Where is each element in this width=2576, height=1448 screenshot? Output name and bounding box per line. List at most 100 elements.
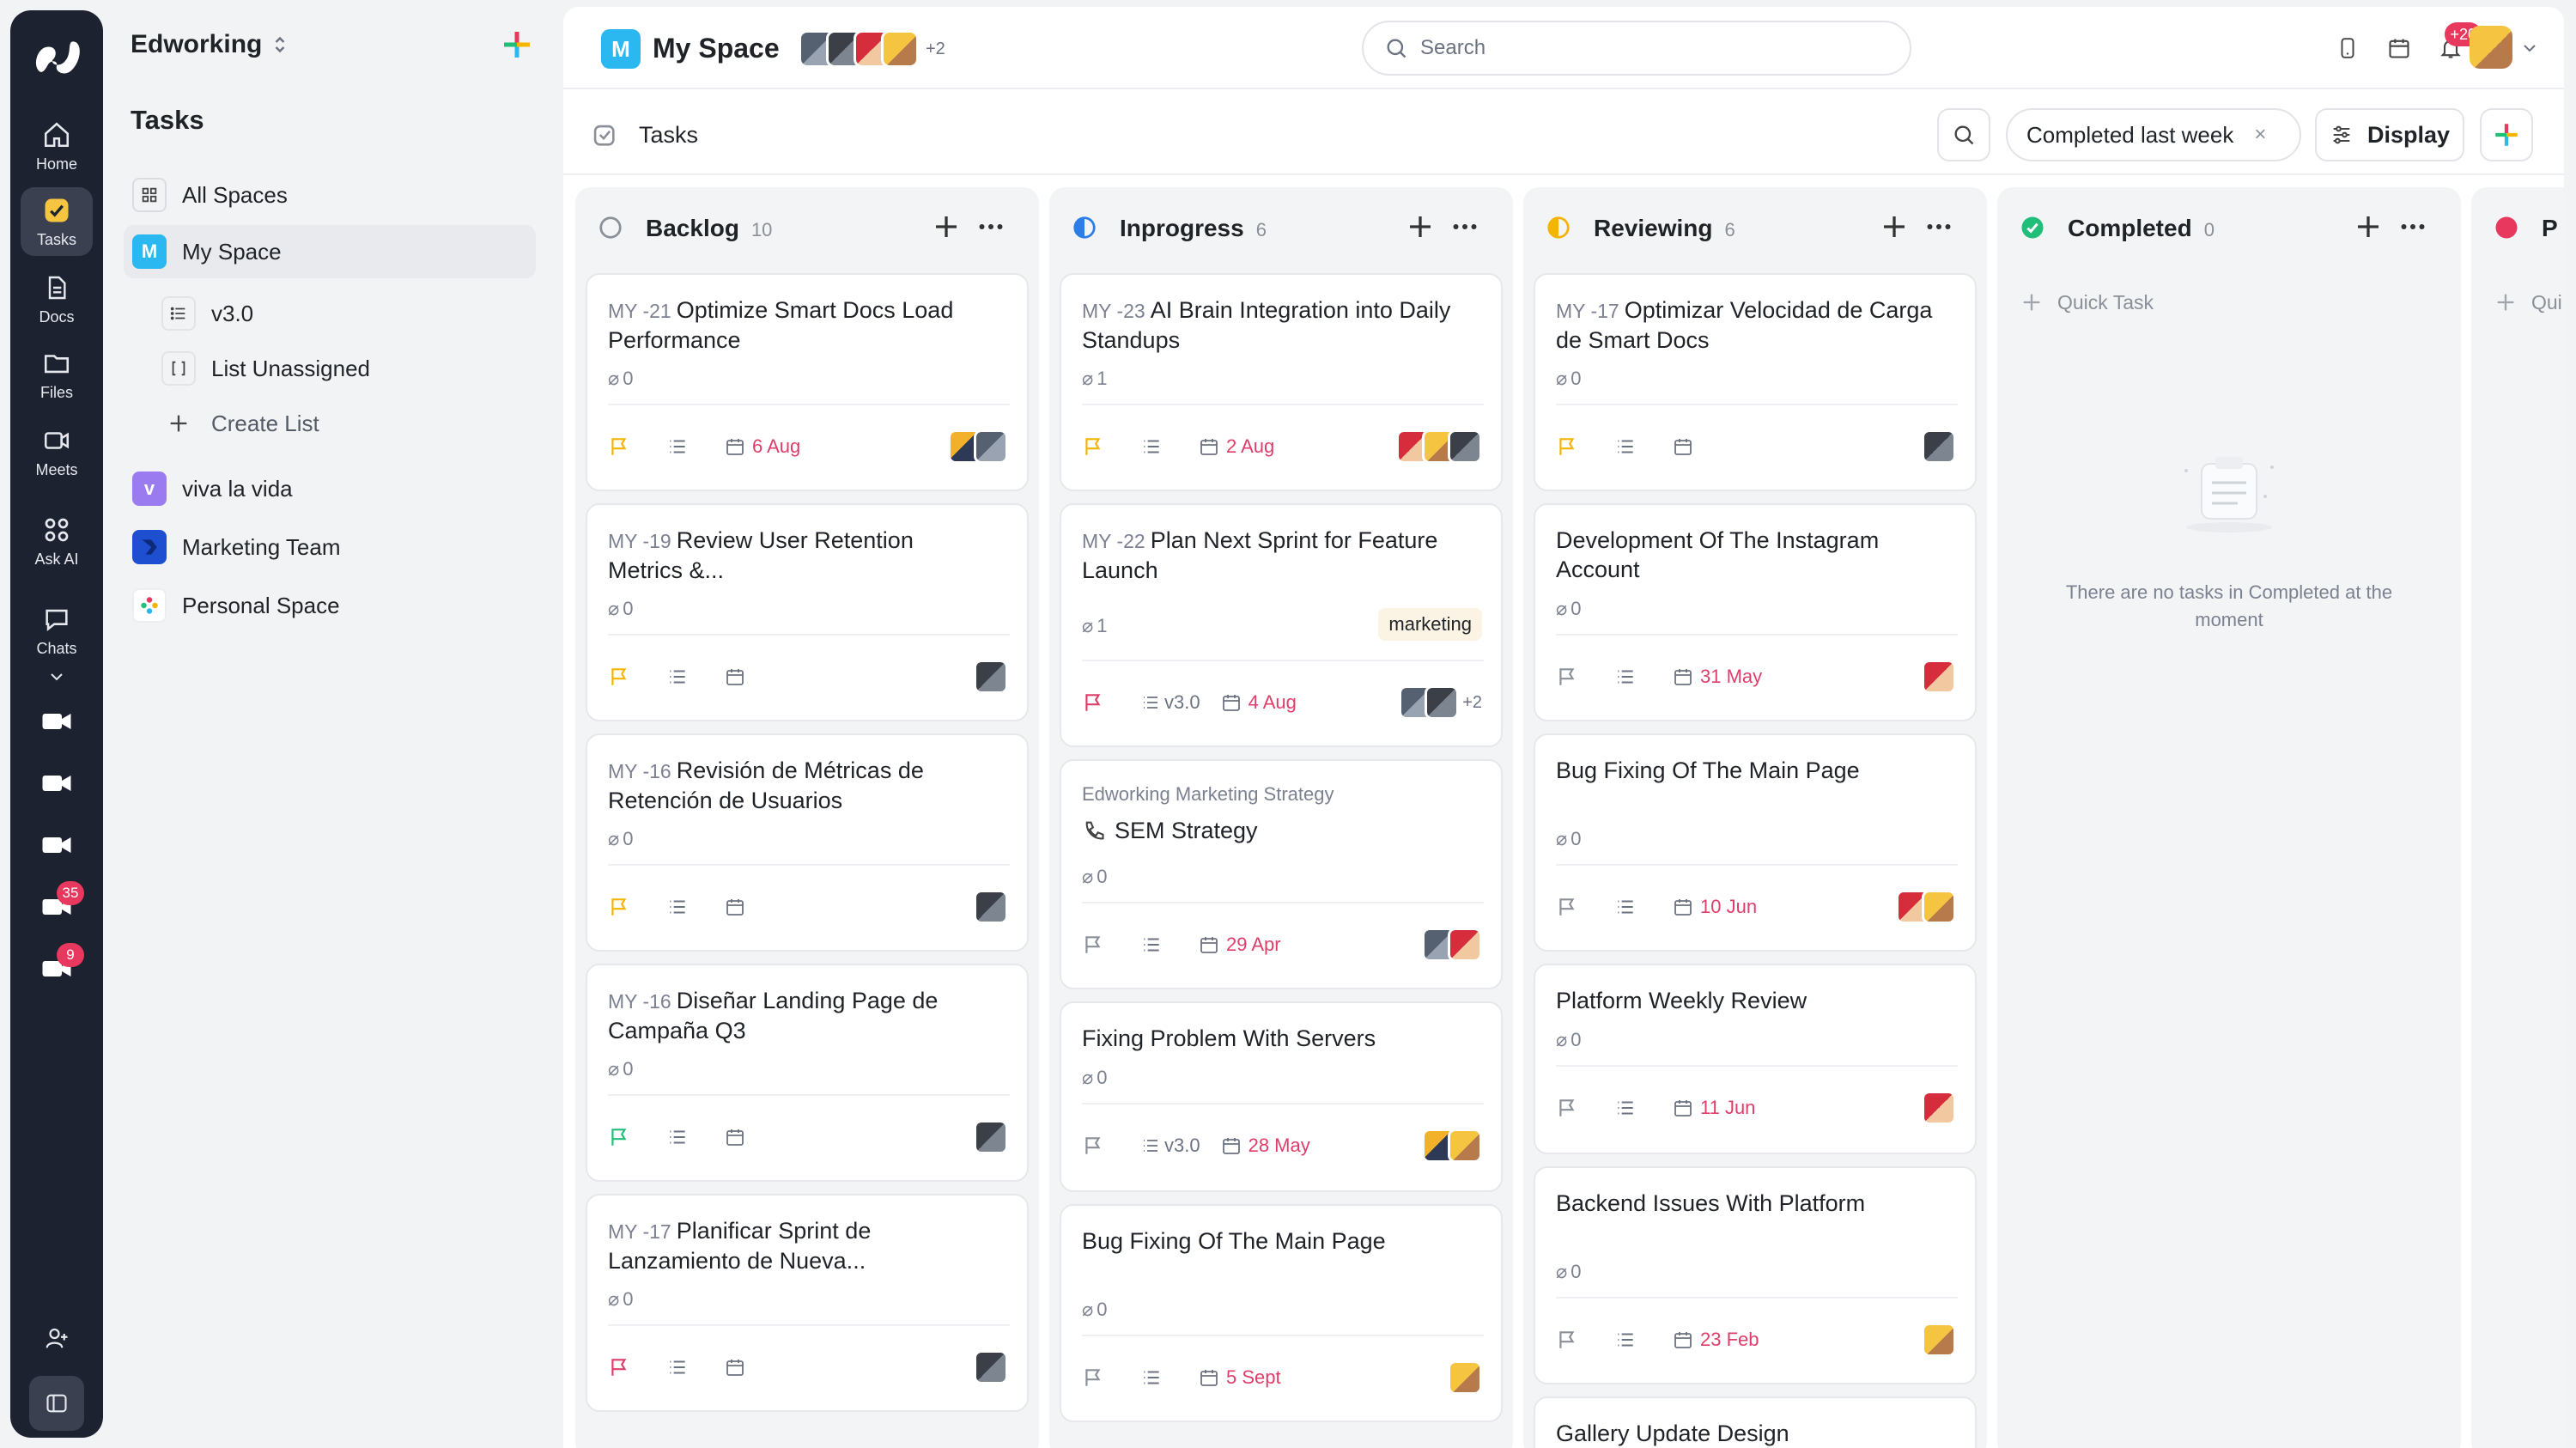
assignees[interactable] xyxy=(1922,429,1956,464)
more-icon[interactable] xyxy=(975,211,1006,242)
due-date[interactable]: 5 Sept xyxy=(1199,1366,1281,1389)
list-selector[interactable]: v3.0 xyxy=(1140,1135,1200,1157)
add-task-button[interactable] xyxy=(2480,108,2533,161)
list-icon[interactable] xyxy=(1614,1095,1640,1121)
sidebar-item-my-space[interactable]: M My Space xyxy=(124,225,536,278)
priority-flag-icon[interactable] xyxy=(1556,894,1582,920)
list-icon[interactable] xyxy=(1614,894,1640,920)
rail-home[interactable]: Home xyxy=(21,112,93,180)
due-date[interactable] xyxy=(725,1357,745,1378)
task-card[interactable]: Development Of The Instagram Account ⌀ 0 … xyxy=(1534,503,1977,721)
rail-tasks[interactable]: Tasks xyxy=(21,187,93,256)
toggle-sidebar-button[interactable] xyxy=(29,1376,84,1431)
sidebar-item-list-unassigned[interactable]: List Unassigned xyxy=(124,342,536,395)
list-icon[interactable] xyxy=(1614,434,1640,459)
due-date[interactable]: 2 Aug xyxy=(1199,435,1274,458)
rail-meet-1[interactable] xyxy=(36,701,77,742)
task-card[interactable]: Backend Issues With Platform ⌀ 0 23 Feb xyxy=(1534,1166,1977,1384)
priority-flag-icon[interactable] xyxy=(1556,1327,1582,1353)
assignees[interactable] xyxy=(1922,1091,1956,1125)
assignees[interactable] xyxy=(974,1120,1008,1154)
edworking-logo[interactable] xyxy=(29,31,84,86)
rail-meet-2[interactable] xyxy=(36,763,77,804)
task-card[interactable]: Fixing Problem With Servers ⌀ 0 v3.0 28 M… xyxy=(1060,1001,1503,1192)
priority-flag-icon[interactable] xyxy=(1082,690,1108,715)
workspace-switcher[interactable]: Edworking xyxy=(131,26,288,64)
assignees[interactable] xyxy=(1448,1360,1482,1395)
rail-expand-button[interactable] xyxy=(36,656,77,697)
label-tag[interactable]: marketing xyxy=(1378,608,1482,641)
invite-user-button[interactable] xyxy=(36,1317,77,1359)
task-card[interactable]: MY -21 Optimize Smart Docs Load Performan… xyxy=(586,273,1029,491)
due-date[interactable]: 11 Jun xyxy=(1673,1097,1755,1119)
task-card[interactable]: MY -17 Planificar Sprint de Lanzamiento d… xyxy=(586,1194,1029,1412)
assignees[interactable] xyxy=(1922,660,1956,694)
due-date[interactable]: 29 Apr xyxy=(1199,934,1281,956)
create-list-button[interactable]: Create List xyxy=(124,397,536,450)
plus-icon[interactable] xyxy=(931,211,962,242)
plus-icon[interactable] xyxy=(1405,211,1436,242)
priority-flag-icon[interactable] xyxy=(608,894,634,920)
priority-flag-icon[interactable] xyxy=(1082,932,1108,958)
assignees[interactable] xyxy=(948,429,1008,464)
priority-flag-icon[interactable] xyxy=(1556,664,1582,690)
rail-meets[interactable]: Meets xyxy=(21,417,93,486)
plus-icon[interactable] xyxy=(2353,211,2384,242)
rail-chats[interactable]: Chats xyxy=(21,596,93,665)
more-icon[interactable] xyxy=(1449,211,1480,242)
task-card[interactable]: Edworking Marketing Strategy SEM Strateg… xyxy=(1060,759,1503,989)
due-date[interactable]: 23 Feb xyxy=(1673,1329,1759,1351)
priority-flag-icon[interactable] xyxy=(1082,1365,1108,1390)
due-date[interactable]: 28 May xyxy=(1221,1135,1310,1157)
task-card[interactable]: Platform Weekly Review ⌀ 0 11 Jun xyxy=(1534,964,1977,1154)
priority-flag-icon[interactable] xyxy=(1082,434,1108,459)
rail-meet-4[interactable]: 35 xyxy=(36,881,84,928)
assignees[interactable] xyxy=(974,660,1008,694)
task-card[interactable]: MY -19 Review User Retention Metrics &...… xyxy=(586,503,1029,721)
task-card[interactable]: MY -22 Plan Next Sprint for Feature Launc… xyxy=(1060,503,1503,747)
due-date[interactable] xyxy=(725,1127,745,1147)
list-icon[interactable] xyxy=(666,1354,692,1380)
list-selector[interactable]: v3.0 xyxy=(1140,691,1200,714)
list-icon[interactable] xyxy=(666,1124,692,1150)
priority-flag-icon[interactable] xyxy=(1556,434,1582,459)
task-card[interactable]: Bug Fixing Of The Main Page ⌀ 0 10 Jun xyxy=(1534,733,1977,952)
list-icon[interactable] xyxy=(1614,1327,1640,1353)
list-icon[interactable] xyxy=(1140,932,1166,958)
more-icon[interactable] xyxy=(2397,211,2428,242)
list-icon[interactable] xyxy=(666,664,692,690)
task-card[interactable]: MY -17 Optimizar Velocidad de Carga de Sm… xyxy=(1534,273,1977,491)
user-avatar[interactable] xyxy=(2470,26,2512,69)
priority-flag-icon[interactable] xyxy=(1556,1095,1582,1121)
rail-meet-3[interactable] xyxy=(36,824,77,866)
assignees[interactable] xyxy=(1422,1129,1482,1163)
assignees[interactable] xyxy=(1422,928,1482,962)
space-members[interactable]: +2 xyxy=(799,29,945,69)
list-icon[interactable] xyxy=(1614,664,1640,690)
priority-flag-icon[interactable] xyxy=(608,1124,634,1150)
due-date[interactable]: 10 Jun xyxy=(1673,896,1757,918)
quick-task-button[interactable]: Quick Task xyxy=(2020,290,2154,314)
sidebar-item-marketing-team[interactable]: Marketing Team xyxy=(124,520,536,574)
priority-flag-icon[interactable] xyxy=(608,434,634,459)
due-date[interactable] xyxy=(725,897,745,917)
priority-flag-icon[interactable] xyxy=(608,1354,634,1380)
quick-task-button[interactable]: Qui xyxy=(2494,290,2562,314)
search-input[interactable] xyxy=(1420,36,1901,60)
assignees[interactable]: +2 xyxy=(1399,685,1482,720)
priority-flag-icon[interactable] xyxy=(1082,1133,1108,1159)
rail-docs[interactable]: Docs xyxy=(21,265,93,333)
close-icon[interactable]: × xyxy=(2254,123,2266,147)
task-card[interactable]: Bug Fixing Of The Main Page ⌀ 0 5 Sept xyxy=(1060,1204,1503,1422)
task-card[interactable]: Gallery Update Design xyxy=(1534,1396,1977,1448)
global-search[interactable] xyxy=(1362,21,1911,76)
due-date[interactable] xyxy=(1673,436,1693,457)
assignees[interactable] xyxy=(974,1350,1008,1384)
plus-icon[interactable] xyxy=(1879,211,1910,242)
list-icon[interactable] xyxy=(1140,434,1166,459)
task-card[interactable]: MY -16 Diseñar Landing Page de Campaña Q3… xyxy=(586,964,1029,1182)
due-date[interactable]: 6 Aug xyxy=(725,435,800,458)
notifications-button[interactable]: +20 xyxy=(2435,22,2482,64)
rail-files[interactable]: Files xyxy=(21,340,93,409)
task-card[interactable]: MY -16 Revisión de Métricas de Retención … xyxy=(586,733,1029,952)
